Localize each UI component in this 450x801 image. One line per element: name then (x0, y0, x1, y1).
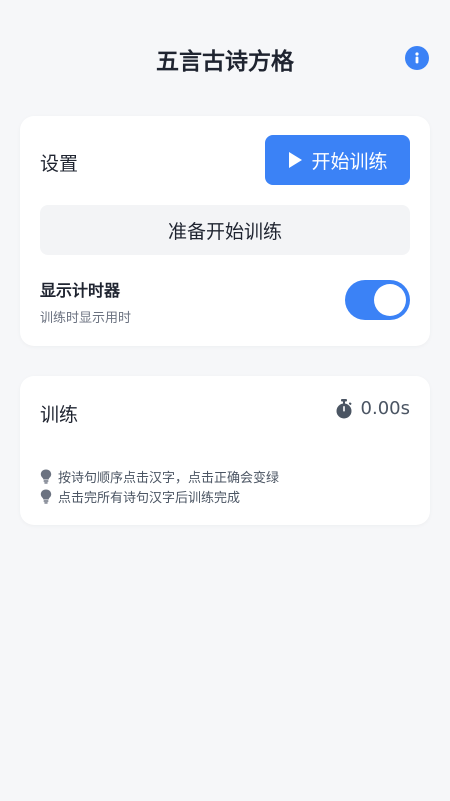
start-training-label: 开始训练 (311, 150, 388, 173)
training-status: 准备开始训练 (40, 205, 410, 255)
info-icon (415, 52, 419, 64)
info-button[interactable] (405, 46, 429, 70)
training-label: 训练 (40, 404, 79, 426)
timer-value: 0.00s (360, 398, 410, 419)
app-header: 五言古诗方格 (0, 0, 450, 118)
toggle-knob (374, 284, 406, 316)
tip-text: 点击完所有诗句汉字后训练完成 (58, 490, 241, 506)
tip-item: 点击完所有诗句汉字后训练完成 (40, 486, 279, 506)
stopwatch-icon (336, 398, 352, 418)
timer-display: 0.00s (335, 398, 410, 419)
settings-label: 设置 (40, 153, 79, 175)
lightbulb-icon (40, 489, 52, 504)
lightbulb-icon (40, 469, 52, 484)
play-icon (289, 152, 303, 168)
start-training-button[interactable]: 开始训练 (265, 135, 410, 185)
tips-list: 按诗句顺序点击汉字，点击正确会变绿 点击完所有诗句汉字后训练完成 (40, 466, 279, 506)
timer-toggle[interactable] (345, 280, 410, 320)
settings-card: 设置 开始训练 准备开始训练 显示计时器 训练时显示用时 (20, 116, 430, 346)
timer-toggle-title: 显示计时器 (40, 281, 121, 300)
app-title: 五言古诗方格 (156, 49, 294, 75)
timer-toggle-subtitle: 训练时显示用时 (40, 311, 132, 326)
tip-text: 按诗句顺序点击汉字，点击正确会变绿 (58, 470, 280, 486)
training-card: 训练 0.00s 按诗句顺序点击汉字，点击正确会变绿 点击完所有诗句汉字后训练完… (20, 376, 430, 525)
tip-item: 按诗句顺序点击汉字，点击正确会变绿 (40, 466, 279, 486)
training-status-text: 准备开始训练 (167, 220, 282, 243)
